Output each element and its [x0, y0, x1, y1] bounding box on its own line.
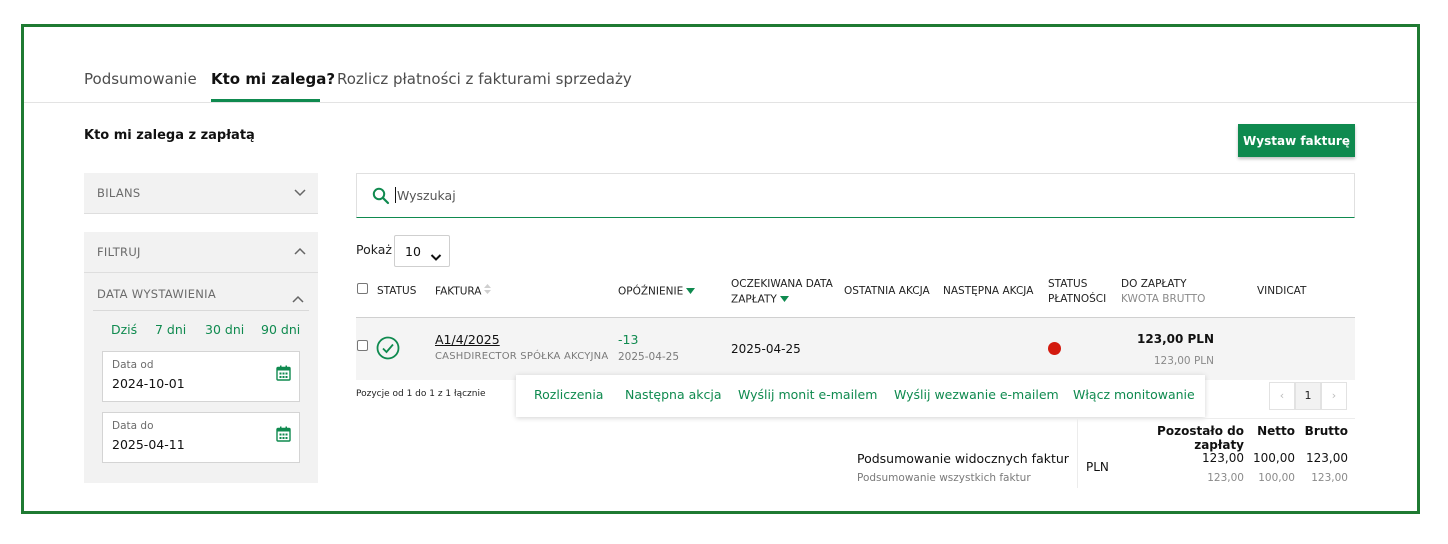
action-next-action[interactable]: Następna akcja — [625, 387, 722, 402]
calendar-icon[interactable] — [276, 426, 291, 446]
summary-all-remaining: 123,00 — [1207, 472, 1244, 484]
sort-icon — [484, 284, 492, 299]
sort-desc-icon — [779, 292, 789, 307]
summary-currency: PLN — [1086, 460, 1109, 474]
date-to-label: Data do — [112, 420, 154, 432]
column-header-invoice[interactable]: FAKTURA — [435, 284, 492, 300]
sort-desc-icon — [686, 284, 696, 299]
pagination-prev-button[interactable]: ‹ — [1269, 382, 1295, 410]
row-checkbox[interactable] — [357, 340, 368, 351]
column-header-delay[interactable]: OPÓŹNIENIE — [618, 284, 696, 300]
issue-invoice-button[interactable]: Wystaw fakturę — [1238, 124, 1355, 157]
summary-all-net: 100,00 — [1258, 472, 1295, 484]
summary-all-label: Podsumowanie wszystkich faktur — [857, 472, 1031, 484]
date-from-field[interactable]: Data od 2024-10-01 — [102, 351, 300, 402]
chevron-up-icon — [294, 246, 306, 256]
page-size-select[interactable]: 10 — [394, 235, 450, 267]
tab-who-owes[interactable]: Kto mi zalega? — [211, 70, 335, 88]
chevron-up-icon[interactable] — [292, 289, 304, 308]
expected-payment-date: 2025-04-25 — [731, 342, 801, 356]
quick-range-7-days[interactable]: 7 dni — [155, 322, 186, 337]
table-row[interactable] — [356, 317, 1355, 380]
chevron-down-icon — [294, 187, 306, 197]
delay-days: -13 — [618, 332, 639, 347]
summary-visible-net: 100,00 — [1253, 451, 1295, 465]
quick-range-30-days[interactable]: 30 dni — [205, 322, 244, 337]
summary-all-gross: 123,00 — [1311, 472, 1348, 484]
delay-date: 2025-04-25 — [618, 351, 680, 363]
amount-gross: 123,00 PLN — [1153, 355, 1214, 367]
date-to-value: 2025-04-11 — [112, 437, 185, 452]
balance-label: BILANS — [97, 186, 141, 200]
action-enable-monitoring[interactable]: Włącz monitowanie — [1073, 387, 1195, 402]
quick-range-90-days[interactable]: 90 dni — [261, 322, 300, 337]
action-settlements[interactable]: Rozliczenia — [534, 387, 603, 402]
text-cursor — [395, 187, 396, 203]
page-size-value: 10 — [405, 244, 421, 259]
filter-section-header[interactable]: FILTRUJ — [84, 232, 318, 273]
row-actions-menu: Rozliczenia Następna akcja Wyślij monit … — [516, 375, 1205, 417]
action-send-demand-email[interactable]: Wyślij wezwanie e-mailem — [894, 387, 1059, 402]
check-circle-icon — [376, 336, 400, 364]
active-tab-indicator — [211, 99, 320, 102]
balance-section-header[interactable]: BILANS — [84, 173, 318, 214]
column-header-next-action: NASTĘPNA AKCJA — [943, 285, 1034, 297]
select-all-checkbox[interactable] — [357, 283, 368, 294]
chevron-down-icon — [430, 247, 442, 266]
summary-header-remaining: Pozostało do zapłaty — [1157, 424, 1244, 452]
tab-summary[interactable]: Podsumowanie — [84, 70, 197, 88]
column-header-last-action: OSTATNIA AKCJA — [844, 285, 930, 297]
date-from-label: Data od — [112, 359, 154, 371]
issue-date-label: DATA WYSTAWIENIA — [97, 287, 217, 301]
summary-visible-remaining: 123,00 — [1202, 451, 1244, 465]
quick-range-today[interactable]: Dziś — [111, 322, 137, 337]
column-header-payment-status: STATUS PŁATNOŚCI — [1048, 278, 1107, 305]
date-to-field[interactable]: Data do 2025-04-11 — [102, 412, 300, 463]
filter-panel: DATA WYSTAWIENIA Dziś 7 dni 30 dni 90 dn… — [84, 273, 318, 483]
tab-bar: Podsumowanie Kto mi zalega? Rozlicz płat… — [24, 27, 1417, 103]
calendar-icon[interactable] — [276, 365, 291, 385]
positions-summary: Pozycje od 1 do 1 z 1 łącznie — [356, 389, 486, 399]
search-icon — [372, 187, 390, 209]
filter-label: FILTRUJ — [97, 245, 141, 259]
column-header-status: STATUS — [377, 285, 417, 297]
page-size-label: Pokaż — [356, 242, 392, 257]
column-header-to-pay: DO ZAPŁATY KWOTA BRUTTO — [1121, 278, 1206, 305]
pagination-next-button[interactable]: › — [1321, 382, 1347, 410]
search-bar — [356, 173, 1355, 218]
column-header-vindicat: VINDICAT — [1257, 285, 1307, 297]
payment-status-dot — [1048, 342, 1061, 355]
tab-settle-payments[interactable]: Rozlicz płatności z fakturami sprzedaży — [337, 70, 632, 88]
search-input[interactable] — [397, 184, 1297, 206]
summary-visible-label: Podsumowanie widocznych faktur — [857, 451, 1069, 466]
date-from-value: 2024-10-01 — [112, 376, 185, 391]
column-header-expected-date[interactable]: OCZEKIWANA DATA ZAPŁATY — [731, 277, 833, 308]
summary-visible-gross: 123,00 — [1306, 451, 1348, 465]
action-send-reminder-email[interactable]: Wyślij monit e-mailem — [738, 387, 877, 402]
page-title: Kto mi zalega z zapłatą — [84, 128, 255, 143]
amount-to-pay: 123,00 PLN — [1137, 332, 1214, 346]
summary-header-gross: Brutto — [1304, 424, 1348, 438]
invoice-number-link[interactable]: A1/4/2025 — [435, 332, 500, 347]
divider — [93, 310, 309, 311]
client-name: CASHDIRECTOR SPÓŁKA AKCYJNA — [435, 351, 609, 362]
summary-header-net: Netto — [1257, 424, 1295, 438]
main-frame: Podsumowanie Kto mi zalega? Rozlicz płat… — [21, 24, 1420, 514]
pagination-page-1[interactable]: 1 — [1295, 382, 1321, 410]
